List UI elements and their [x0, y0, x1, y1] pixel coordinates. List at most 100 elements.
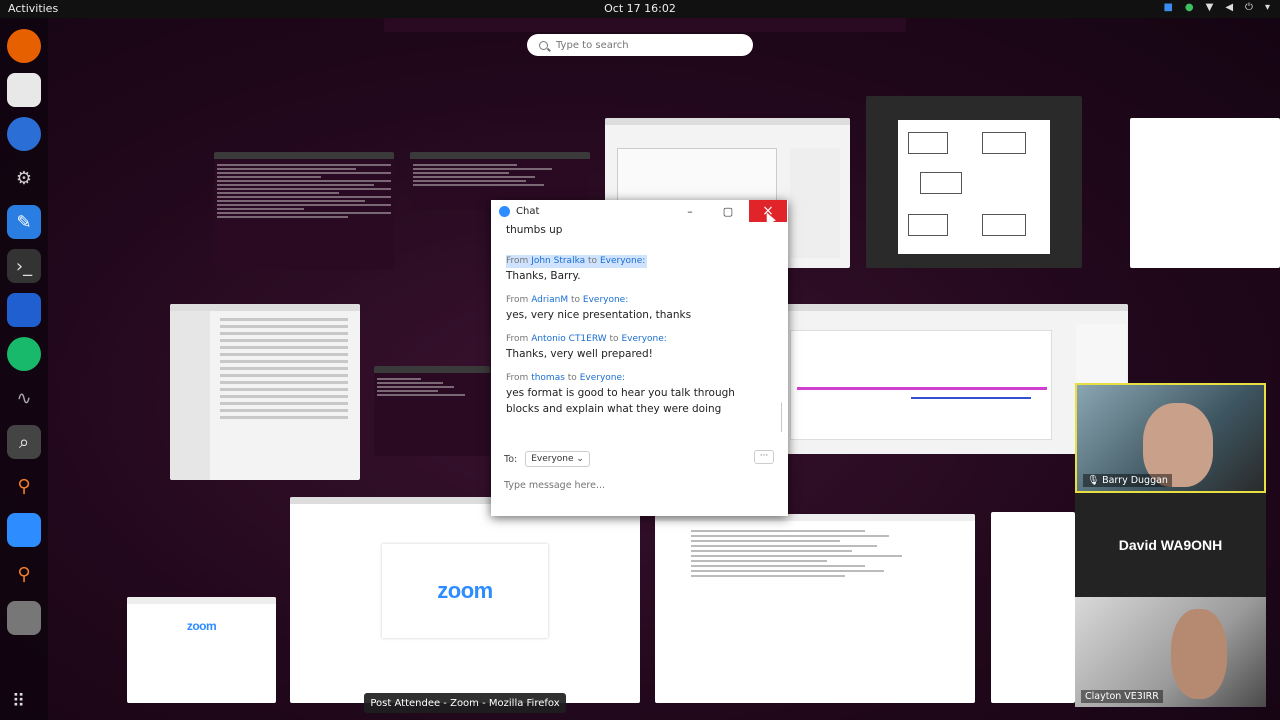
- to-label: To:: [504, 453, 518, 465]
- chat-title-bar[interactable]: Chat – ▢ ×: [491, 200, 788, 222]
- network-icon[interactable]: ▼: [1206, 2, 1214, 13]
- volume-icon[interactable]: ◀: [1225, 2, 1233, 13]
- radio-app-2-icon[interactable]: ⚲: [7, 557, 41, 591]
- recipient-select[interactable]: Everyone ⌄: [525, 451, 590, 467]
- chat-scrollbar[interactable]: [781, 402, 782, 432]
- video-tile-barry[interactable]: 🎙︎ Barry Duggan: [1075, 383, 1266, 493]
- search-icon: [539, 40, 548, 50]
- message-meta: From John Stralka to Everyone:: [506, 255, 648, 268]
- clock[interactable]: Oct 17 16:02: [0, 2, 1280, 15]
- terminal-icon[interactable]: ›_: [7, 249, 41, 283]
- participant-name: 🎙︎ Barry Duggan: [1083, 474, 1172, 487]
- message-meta: From AdrianM to Everyone:: [506, 294, 782, 307]
- thumbnail-header: [605, 118, 850, 125]
- recipient-name[interactable]: Everyone:: [580, 373, 625, 383]
- from-label: From: [506, 334, 529, 344]
- sender-name[interactable]: John Stralka: [531, 256, 585, 266]
- recipient-name[interactable]: Everyone:: [621, 334, 666, 344]
- firefox-icon[interactable]: [7, 29, 41, 63]
- recipient-row: To: Everyone ⌄ ···: [491, 446, 788, 472]
- menu-chevron-icon[interactable]: ▾: [1265, 2, 1270, 13]
- chat-messages[interactable]: thumbs up From John Stralka to Everyone:…: [491, 222, 782, 432]
- system-monitor-icon[interactable]: ∿: [7, 381, 41, 415]
- more-options-button[interactable]: ···: [754, 450, 774, 464]
- maximize-button[interactable]: ▢: [709, 200, 747, 222]
- dock: ⚙ ✎ ›_ ∿ ⌕ ⚲ ⚲ ⠿: [0, 18, 48, 720]
- to-label: to: [570, 295, 581, 305]
- activities-button[interactable]: Activities: [8, 2, 58, 15]
- thunderbird-icon[interactable]: [7, 117, 41, 151]
- diagram-block: [920, 172, 962, 194]
- sync-icon[interactable]: [7, 337, 41, 371]
- diagram-block: [908, 214, 948, 236]
- sender-name[interactable]: Antonio CT1ERW: [531, 334, 606, 344]
- terminal-lines: [214, 159, 394, 223]
- zoom-chat-icon: [499, 205, 510, 217]
- recipient-name[interactable]: Everyone:: [583, 295, 628, 305]
- to-label: to: [588, 256, 598, 266]
- video-panel[interactable]: 🎙︎ Barry Duggan David WA9ONH Clayton VE3…: [1075, 383, 1266, 707]
- chat-compose: To: Everyone ⌄ ···: [491, 446, 788, 516]
- settings-panel: [790, 148, 840, 258]
- terminal-thumbnail-1[interactable]: [214, 152, 394, 270]
- diagram-block: [982, 132, 1026, 154]
- chat-window[interactable]: Chat – ▢ × thumbs up From John Stralka t…: [491, 200, 788, 516]
- sidebar: [170, 311, 210, 480]
- search-bar[interactable]: [527, 34, 753, 56]
- sender-name[interactable]: thomas: [531, 373, 565, 383]
- system-tray[interactable]: ■ ● ▼ ◀ ⏻ ▾: [1163, 2, 1270, 13]
- chat-message: From AdrianM to Everyone: yes, very nice…: [506, 294, 782, 323]
- file-manager-thumbnail[interactable]: [170, 304, 360, 480]
- browser-thumbnail-right[interactable]: [1130, 118, 1280, 268]
- settings-gear-icon[interactable]: ⚙: [7, 161, 41, 195]
- power-icon[interactable]: ⏻: [1245, 2, 1253, 13]
- zoom-dock-icon[interactable]: [7, 513, 41, 547]
- message-input[interactable]: [504, 480, 764, 491]
- minimize-button[interactable]: –: [671, 200, 709, 222]
- flow-line: [911, 397, 1031, 399]
- thumbnail-header: [410, 152, 590, 159]
- participant-name: Clayton VE3IRR: [1081, 690, 1163, 703]
- screenshot-icon[interactable]: [7, 293, 41, 327]
- window-tooltip: Post Attendee - Zoom - Mozilla Firefox: [364, 693, 566, 713]
- from-label: From: [506, 295, 529, 305]
- show-apps-grid-icon[interactable]: ⠿: [12, 691, 25, 712]
- terminal-lines: [374, 373, 490, 401]
- thumbnail-header: [214, 152, 394, 159]
- video-tile-david[interactable]: David WA9ONH: [1075, 493, 1266, 597]
- zoom-tray-icon[interactable]: ■: [1163, 2, 1172, 13]
- text-editor-icon[interactable]: ✎: [7, 205, 41, 239]
- flowgraph-thumbnail[interactable]: [866, 96, 1082, 268]
- recipient-name[interactable]: Everyone:: [600, 256, 645, 266]
- sender-name[interactable]: AdrianM: [531, 295, 568, 305]
- flow-line: [797, 387, 1047, 390]
- radio-app-icon[interactable]: ⚲: [7, 469, 41, 503]
- document-thumbnail[interactable]: [655, 514, 975, 703]
- window-thumbnail-top[interactable]: [384, 18, 906, 32]
- thumbnail-header: [374, 366, 490, 373]
- chevron-down-icon: ⌄: [576, 454, 584, 464]
- diagram-block: [982, 214, 1026, 236]
- from-label: From: [506, 256, 529, 266]
- code-editor-thumbnail[interactable]: [991, 512, 1075, 703]
- files-icon[interactable]: [7, 73, 41, 107]
- file-rows: [214, 314, 354, 423]
- chat-message: From Antonio CT1ERW to Everyone: Thanks,…: [506, 333, 782, 362]
- search-app-icon[interactable]: ⌕: [7, 425, 41, 459]
- search-input[interactable]: [556, 39, 736, 51]
- zoom-browser-thumbnail[interactable]: zoom: [290, 497, 640, 703]
- video-tile-clayton[interactable]: Clayton VE3IRR: [1075, 597, 1266, 707]
- from-label: From: [506, 373, 529, 383]
- participant-video: [1171, 609, 1227, 699]
- zoom-card: zoom: [382, 544, 548, 638]
- thumbnail-header: [127, 597, 276, 604]
- flowgraph-canvas: [790, 330, 1052, 440]
- message-meta: From thomas to Everyone:: [506, 372, 782, 385]
- zoom-logo-small: zoom: [186, 619, 217, 633]
- message-meta: From Antonio CT1ERW to Everyone:: [506, 333, 782, 346]
- terminal-thumbnail-3[interactable]: [374, 366, 490, 456]
- thumbnail-header: [170, 304, 360, 311]
- app-tray-icon[interactable]: ●: [1185, 2, 1194, 13]
- zoom-launcher-thumbnail[interactable]: zoom: [127, 597, 276, 703]
- disk-icon[interactable]: [7, 601, 41, 635]
